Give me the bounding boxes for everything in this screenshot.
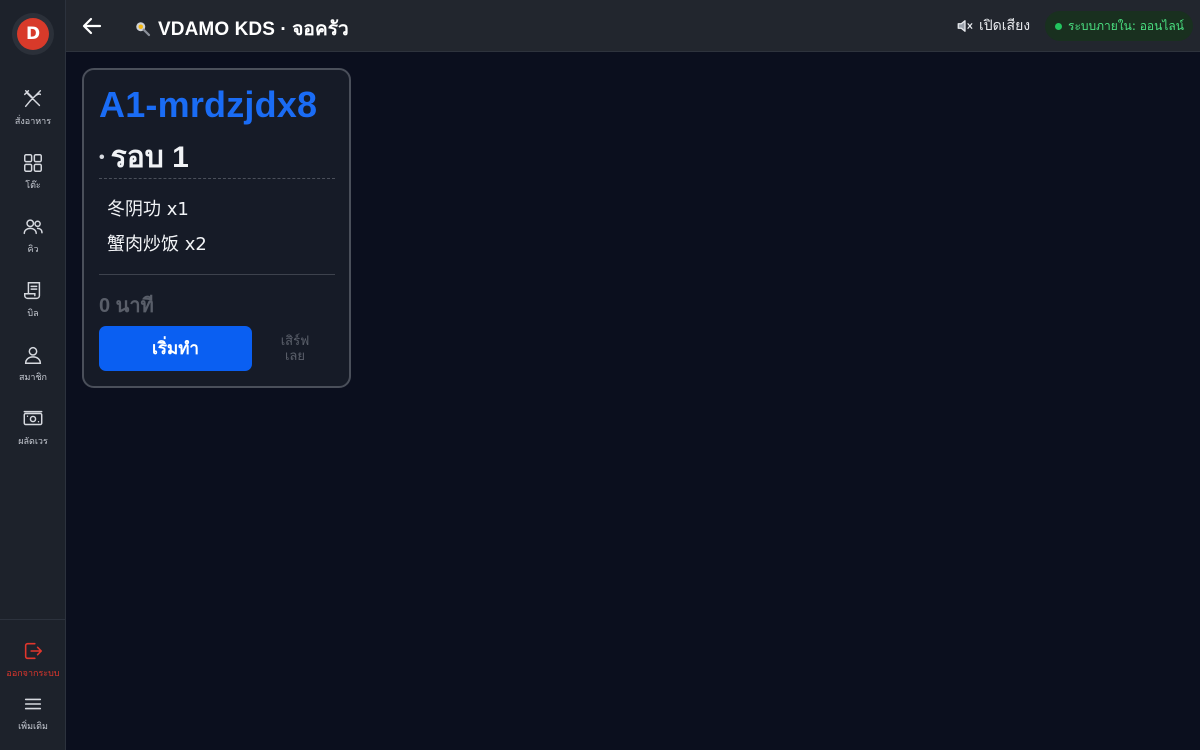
system-status-badge: ระบบภายใน: ออนไลน์	[1045, 11, 1193, 41]
status-label: ระบบภายใน: ออนไลน์	[1068, 18, 1184, 33]
sidebar-item-members[interactable]: สมาชิก	[0, 344, 66, 394]
top-bar: VDAMO KDS · จอครัว เปิดเสียง ระบบภายใน: …	[66, 0, 1200, 52]
sidebar-item-shift[interactable]: ผลัดเวร	[0, 408, 66, 458]
app-logo[interactable]: D	[12, 13, 54, 55]
start-cooking-button[interactable]: เริ่มทำ	[99, 326, 252, 371]
more-button[interactable]: เพิ่มเติม	[0, 693, 66, 743]
pan-icon	[136, 22, 151, 37]
sound-toggle-button[interactable]: เปิดเสียง	[956, 15, 1030, 37]
round-bullet: •	[99, 148, 105, 166]
elapsed-time: 0 นาที	[99, 295, 154, 317]
sidebar-item-label: โต๊ะ	[25, 181, 41, 191]
round-label: รอบ 1	[110, 141, 189, 174]
receipt-icon	[24, 282, 41, 300]
logout-button[interactable]: ออกจากระบบ	[0, 640, 66, 690]
more-label: เพิ่มเติม	[18, 722, 48, 732]
kds-app: D สั่งอาหาร โต๊ะ คิว บิล สมาชิก ผลัดเวร …	[0, 0, 1200, 750]
dashed-divider	[99, 178, 335, 179]
utensils-icon	[24, 90, 42, 108]
ticket-items: 冬阴功 x1 蟹肉炒饭 x2	[107, 192, 207, 262]
logout-label: ออกจากระบบ	[6, 669, 60, 679]
logo-badge: D	[17, 18, 49, 50]
people-icon	[23, 219, 43, 235]
cash-icon	[23, 410, 43, 426]
logout-icon	[24, 642, 43, 660]
sidebar: D สั่งอาหาร โต๊ะ คิว บิล สมาชิก ผลัดเวร …	[0, 0, 66, 750]
list-item: 蟹肉炒饭 x2	[107, 234, 207, 255]
ticket-round: • รอบ 1	[99, 134, 189, 181]
sidebar-item-label: บิล	[27, 309, 39, 319]
divider	[99, 274, 335, 275]
sidebar-item-label: ผลัดเวร	[18, 437, 48, 447]
list-item: 冬阴功 x1	[107, 199, 189, 220]
user-icon	[24, 346, 42, 364]
sidebar-item-queue[interactable]: คิว	[0, 216, 66, 266]
sidebar-item-label: คิว	[27, 245, 39, 255]
sidebar-item-label: สั่งอาหาร	[14, 117, 52, 127]
speaker-muted-icon	[957, 20, 973, 32]
order-ticket: A1-mrdzjdx8 • รอบ 1 冬阴功 x1 蟹肉炒饭 x2 0 นาท…	[82, 68, 351, 388]
sidebar-item-order[interactable]: สั่งอาหาร	[0, 88, 66, 138]
page-title: VDAMO KDS · จอครัว	[134, 14, 349, 44]
sound-label: เปิดเสียง	[979, 18, 1031, 34]
sidebar-item-label: สมาชิก	[18, 373, 48, 383]
online-indicator-dot	[1055, 22, 1062, 30]
sidebar-divider	[0, 619, 66, 620]
sidebar-item-tables[interactable]: โต๊ะ	[0, 152, 66, 202]
ticket-id: A1-mrdzjdx8	[99, 84, 318, 125]
grid-icon	[24, 154, 42, 172]
sidebar-item-bills[interactable]: บิล	[0, 280, 66, 330]
serve-now-button[interactable]: เสิร์ฟ เลย	[264, 332, 326, 366]
back-arrow-icon[interactable]	[80, 14, 104, 38]
menu-icon	[24, 698, 42, 710]
page-title-text: VDAMO KDS · จอครัว	[158, 19, 349, 40]
